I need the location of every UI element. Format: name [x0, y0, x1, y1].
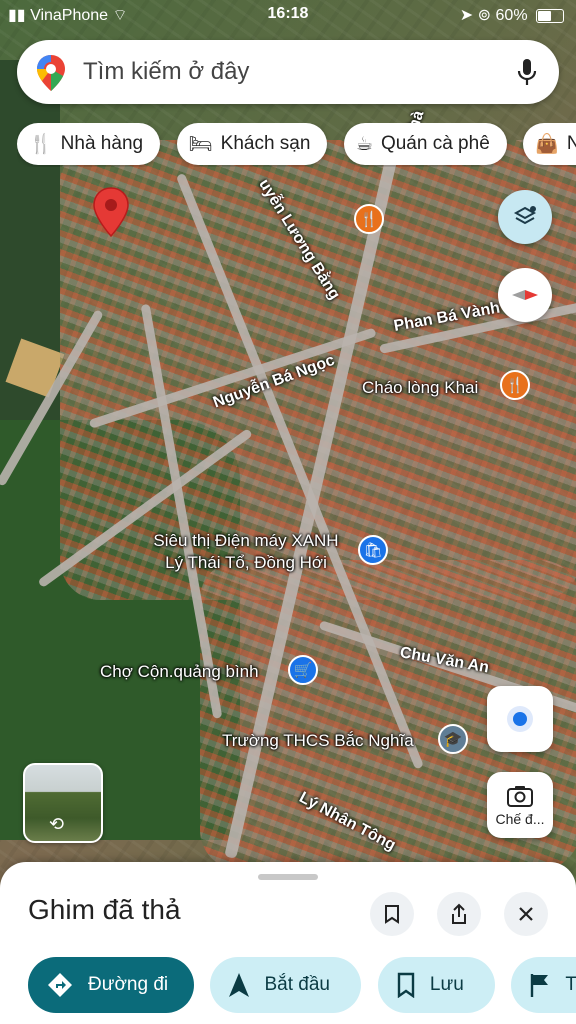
- google-maps-pin-icon: [37, 55, 65, 91]
- orientation-lock-icon: ⊚: [477, 7, 492, 24]
- chip-label: Quán cà phê: [380, 133, 490, 154]
- status-right: ➤ ⊚ 60%: [460, 5, 564, 25]
- street-view-thumbnail[interactable]: ⟲: [23, 763, 103, 843]
- action-row: Đường đi Bắt đầu Lưu Th: [28, 957, 576, 1013]
- save-label: Lưu: [429, 974, 464, 995]
- chip-restaurants[interactable]: 🍴 Nhà hàng: [17, 123, 161, 165]
- search-bar[interactable]: Tìm kiếm ở đây: [17, 40, 559, 104]
- status-bar: ▮▮ VinaPhone ⌔ 16:18 ➤ ⊚ 60%: [0, 0, 576, 30]
- more-label: Th: [565, 974, 576, 995]
- share-button[interactable]: [437, 892, 481, 936]
- directions-icon: [46, 971, 74, 999]
- layers-icon: [513, 206, 537, 225]
- dropped-pin-icon[interactable]: [92, 186, 130, 238]
- my-location-icon: [507, 706, 533, 732]
- camera-lens-icon: [507, 785, 533, 807]
- directions-label: Đường đi: [88, 974, 169, 995]
- bookmark-icon: [396, 972, 416, 998]
- category-chips: 🍴 Nhà hàng 🛏 Khách sạn ☕ Quán cà phê 👜 N: [17, 123, 576, 167]
- start-label: Bắt đầu: [264, 974, 330, 995]
- chip-label: Nhà hàng: [60, 133, 144, 154]
- close-button[interactable]: [504, 892, 548, 936]
- bottom-sheet[interactable]: Ghim đã thả Đường đi Bắt đầu Lưu T: [0, 862, 576, 1024]
- restaurant-marker-icon[interactable]: 🍴: [500, 370, 530, 400]
- location-arrow-icon: ➤: [459, 7, 474, 24]
- more-button[interactable]: Th: [511, 957, 576, 1013]
- hotel-icon: 🛏: [188, 134, 213, 155]
- save-button[interactable]: Lưu: [377, 957, 495, 1013]
- place-label-line: Lý Thái Tổ, Đồng Hới: [165, 553, 327, 572]
- place-label-cho-con[interactable]: Chợ Cộn.quảng bình: [100, 661, 259, 683]
- lens-button[interactable]: Chế đ...: [487, 772, 553, 838]
- microphone-icon[interactable]: [517, 58, 537, 86]
- sheet-title: Ghim đã thả: [28, 894, 181, 925]
- place-label-chao-long[interactable]: Cháo lòng Khai: [362, 377, 478, 399]
- chip-shopping[interactable]: 👜 N: [523, 123, 576, 165]
- restaurant-marker-icon[interactable]: 🍴: [354, 204, 384, 234]
- shopping-cart-marker-icon[interactable]: 🛒: [288, 655, 318, 685]
- sheet-handle[interactable]: [258, 874, 318, 880]
- shop-marker-icon[interactable]: 🛍: [358, 535, 388, 565]
- compass-button[interactable]: [498, 268, 552, 322]
- layers-button[interactable]: [498, 190, 552, 244]
- bookmark-button[interactable]: [370, 892, 414, 936]
- flag-icon: [529, 972, 551, 998]
- battery-icon: [536, 8, 564, 23]
- share-icon: [452, 903, 466, 924]
- chip-label: Khách sạn: [220, 133, 311, 154]
- search-placeholder: Tìm kiếm ở đây: [83, 58, 250, 85]
- compass-icon: [512, 290, 538, 300]
- place-label-sieu-thi[interactable]: Siêu thị Điện máy XANH Lý Thái Tổ, Đồng …: [130, 530, 362, 574]
- chip-label: N: [566, 133, 576, 154]
- rotate-360-icon: ⟲: [49, 814, 65, 834]
- place-label-line: Siêu thị Điện máy XANH: [153, 531, 339, 550]
- place-label-truong[interactable]: Trường THCS Bắc Nghĩa: [222, 730, 414, 752]
- lens-label: Chế đ...: [495, 810, 545, 827]
- restaurant-icon: 🍴: [29, 134, 53, 155]
- shopping-bag-icon: 👜: [535, 134, 559, 155]
- school-marker-icon[interactable]: 🎓: [438, 724, 468, 754]
- bookmark-icon: [385, 905, 399, 924]
- start-button[interactable]: Bắt đầu: [210, 957, 362, 1013]
- chip-hotels[interactable]: 🛏 Khách sạn: [176, 123, 328, 165]
- close-icon: [519, 907, 533, 921]
- chip-coffee[interactable]: ☕ Quán cà phê: [343, 123, 507, 165]
- coffee-icon: ☕: [355, 133, 373, 155]
- battery-percent: 60%: [495, 7, 528, 24]
- navigation-arrow-icon: [228, 972, 250, 998]
- my-location-button[interactable]: [487, 686, 553, 752]
- directions-button[interactable]: Đường đi: [28, 957, 194, 1013]
